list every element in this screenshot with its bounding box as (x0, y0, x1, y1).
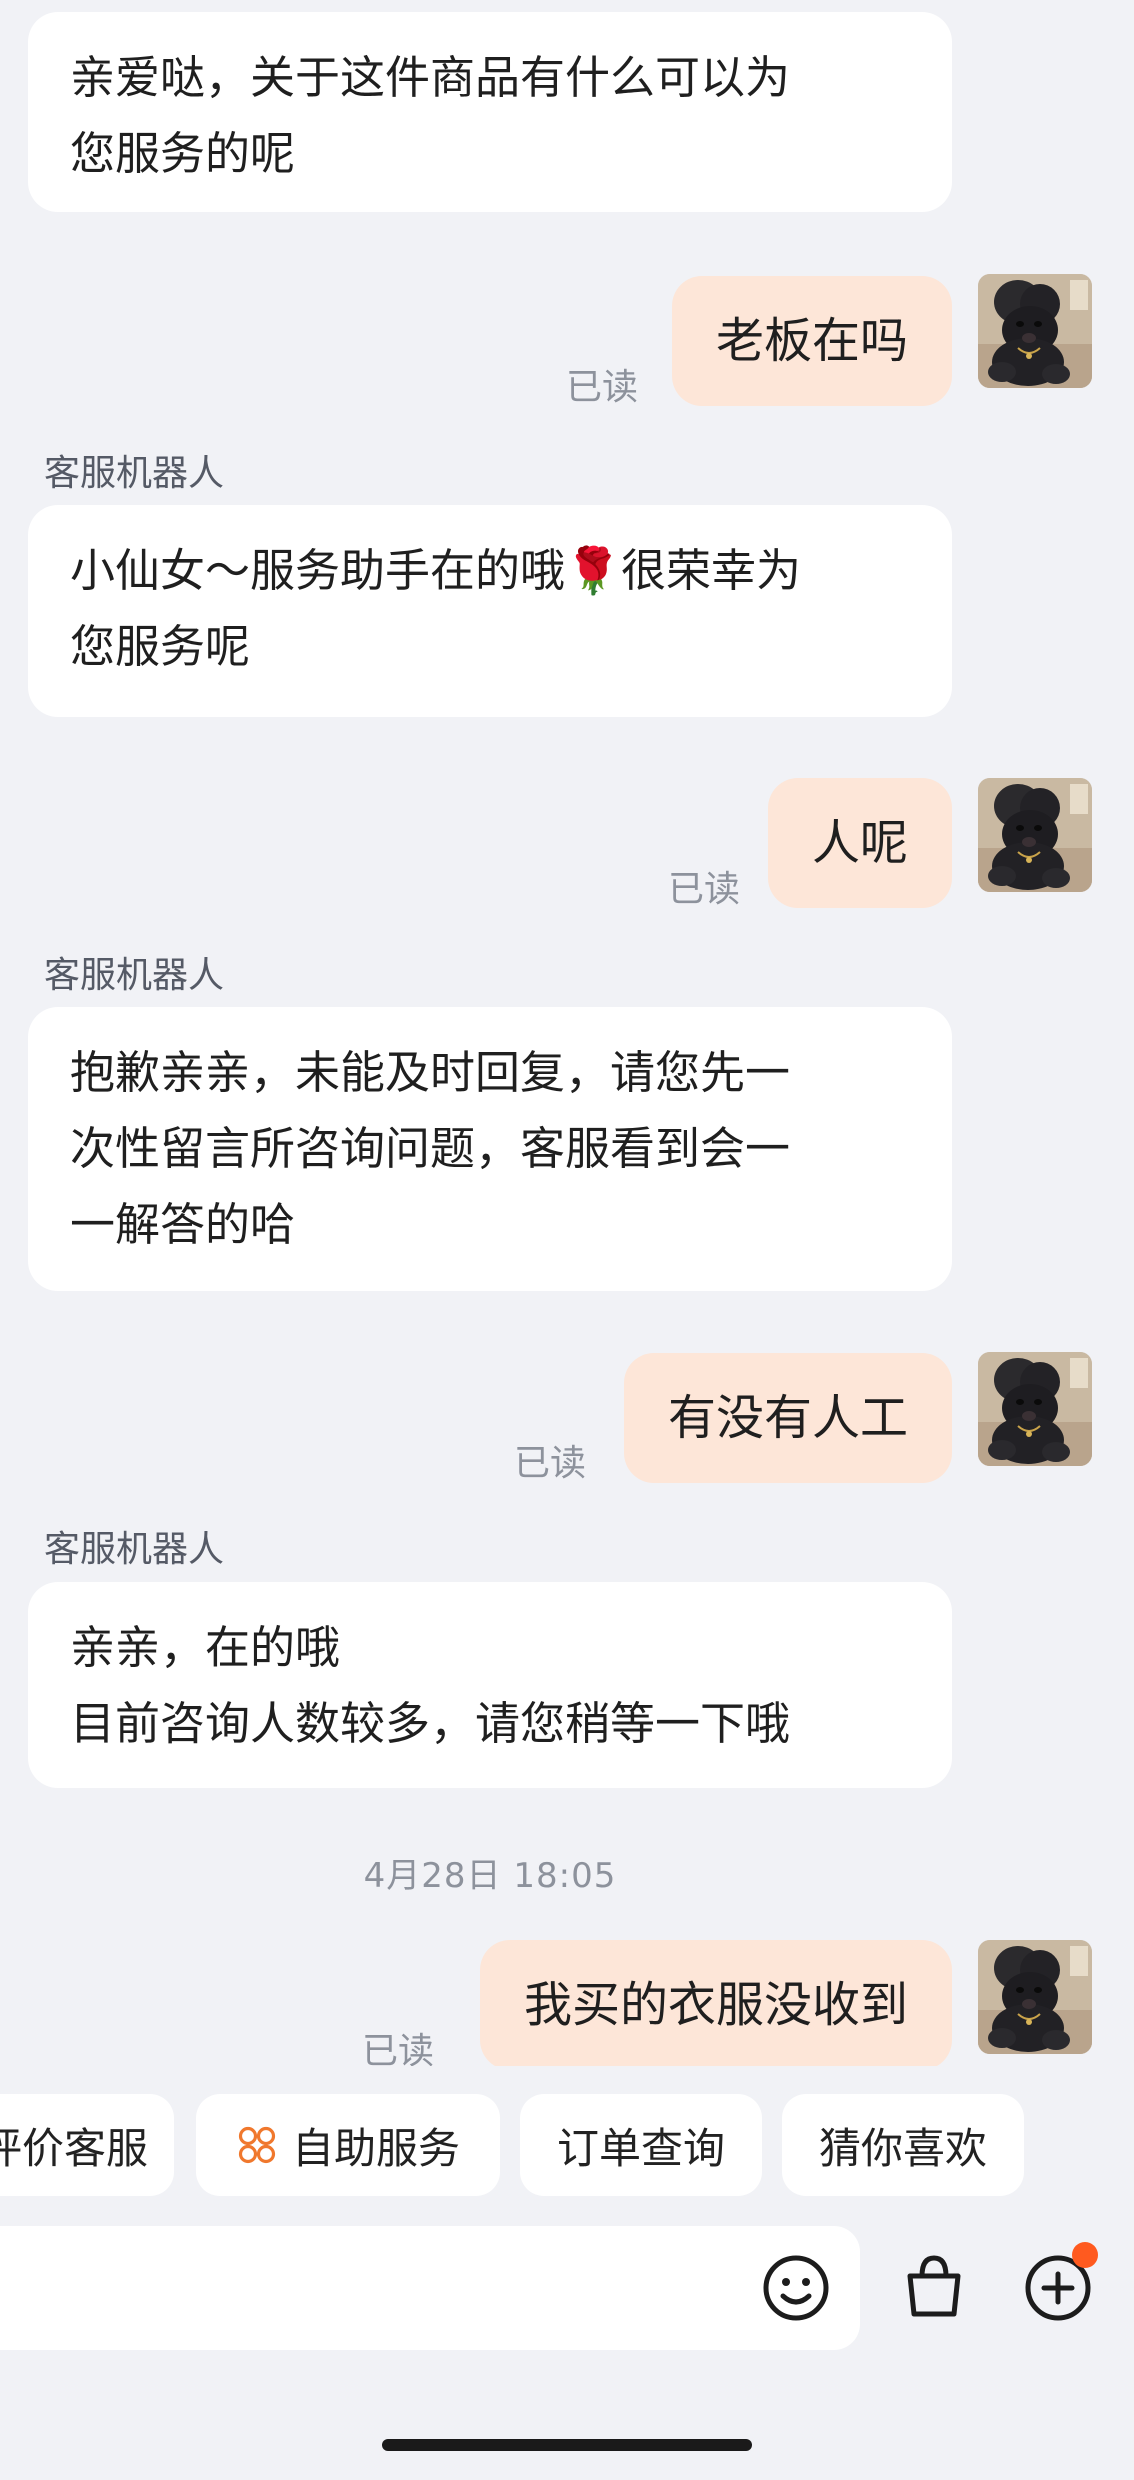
quick-reply-bar[interactable]: 评价客服 自助服务 订单查询 猜你喜欢 (0, 2094, 1134, 2198)
avatar-image (978, 778, 1092, 892)
input-bar (0, 2226, 1134, 2352)
bot-message-bubble: 小仙女～服务助手在的哦🌹很荣幸为 您服务呢 (28, 505, 952, 717)
chip-label: 自助服务 (291, 2123, 460, 2173)
avatar-image (978, 274, 1092, 388)
user-message-bubble: 人呢 (767, 778, 952, 908)
chat-area[interactable]: 亲爱哒，关于这件商品有什么可以为 您服务的呢 老板在吗 已读 客服机器人 小仙女… (0, 0, 1134, 2066)
bot-message-bubble: 抱歉亲亲，未能及时回复，请您先一 次性留言所咨询问题，客服看到会一 一解答的哈 (28, 1007, 952, 1291)
service-grid-icon (238, 2126, 276, 2164)
user-message-bubble: 有没有人工 (623, 1353, 952, 1483)
user-avatar[interactable] (978, 778, 1092, 892)
avatar-image (978, 1940, 1092, 2054)
chip-label: 评价客服 (0, 2123, 149, 2173)
sender-name: 客服机器人 (44, 955, 225, 996)
user-message-bubble: 老板在吗 (671, 276, 952, 406)
sender-name: 客服机器人 (44, 453, 225, 494)
read-status: 已读 (668, 869, 741, 910)
home-indicator (382, 2439, 752, 2451)
shopping-bag-icon (907, 2255, 961, 2317)
chip-label: 订单查询 (556, 2123, 725, 2173)
sender-name: 客服机器人 (44, 1529, 225, 1570)
read-status: 已读 (566, 367, 639, 408)
user-message-bubble: 我买的衣服没收到 (479, 1940, 952, 2066)
emoji-button[interactable] (760, 2252, 832, 2324)
shopping-bag-button[interactable] (898, 2250, 970, 2322)
message-timestamp: 4月28日 18:05 (363, 1856, 617, 1896)
bot-message-bubble: 亲爱哒，关于这件商品有什么可以为 您服务的呢 (28, 12, 952, 212)
avatar-image (978, 1352, 1092, 1466)
read-status: 已读 (362, 2031, 435, 2066)
quick-reply-recommendations[interactable]: 猜你喜欢 (782, 2094, 1024, 2196)
notification-dot (1072, 2242, 1098, 2268)
emoji-icon (763, 2255, 829, 2321)
quick-reply-rate-service[interactable]: 评价客服 (0, 2094, 174, 2196)
user-avatar[interactable] (978, 1352, 1092, 1466)
read-status: 已读 (514, 1443, 587, 1484)
message-input[interactable] (0, 2226, 860, 2350)
quick-reply-order-query[interactable]: 订单查询 (520, 2094, 762, 2196)
user-avatar[interactable] (978, 1940, 1092, 2054)
quick-reply-self-service[interactable]: 自助服务 (196, 2094, 500, 2196)
bot-message-bubble: 亲亲，在的哦 目前咨询人数较多，请您稍等一下哦 (28, 1582, 952, 1788)
chip-label: 猜你喜欢 (818, 2123, 987, 2173)
user-avatar[interactable] (978, 274, 1092, 388)
